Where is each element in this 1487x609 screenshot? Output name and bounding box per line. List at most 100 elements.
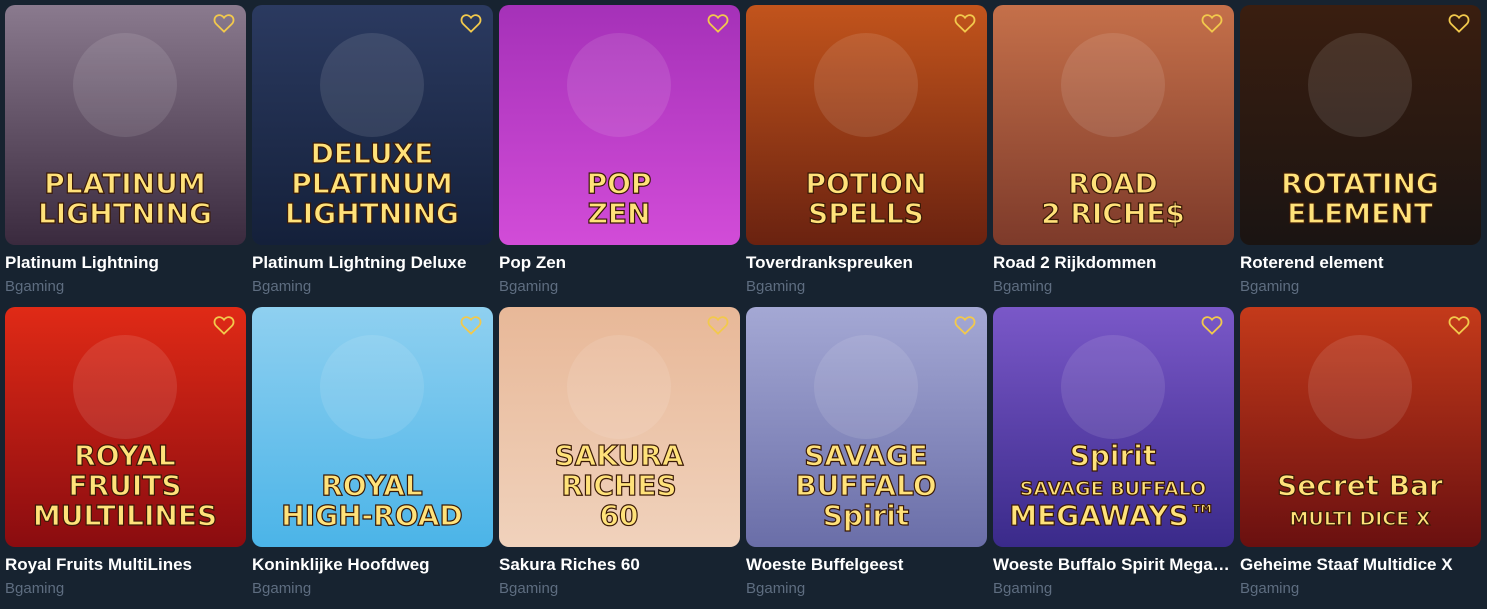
artwork-title-line: POP — [587, 167, 652, 200]
artwork-title-line: POTION — [805, 167, 926, 200]
artwork-title-line: 60 — [600, 499, 639, 532]
game-title[interactable]: Sakura Riches 60 — [499, 555, 740, 575]
game-card[interactable]: POTION SPELLS Toverdrankspreuken Bgaming — [746, 5, 987, 307]
game-title[interactable]: Geheime Staaf Multidice X — [1240, 555, 1481, 575]
artwork-title-line: MULTI DICE X — [1290, 508, 1431, 530]
game-title[interactable]: Woeste Buffelgeest — [746, 555, 987, 575]
game-artwork: ROYALFRUITSMULTILINES — [5, 307, 246, 547]
artwork-title-line: SAVAGE — [804, 439, 927, 472]
artwork-title-line: PLATINUM — [291, 167, 452, 200]
game-artwork: Spirit SAVAGE BUFFALOMEGAWAYS™ — [993, 307, 1234, 547]
game-thumbnail[interactable]: POTION SPELLS — [746, 5, 987, 245]
game-title[interactable]: Platinum Lightning Deluxe — [252, 253, 493, 273]
game-card[interactable]: ROTATING ELEMENT Roterend element Bgaming — [1240, 5, 1481, 307]
artwork-title-line: MEGAWAYS™ — [1009, 499, 1216, 532]
heart-outline-icon[interactable] — [1448, 315, 1470, 335]
game-artwork: ROTATINGELEMENT — [1240, 5, 1481, 245]
game-title[interactable]: Woeste Buffalo Spirit Megaways — [993, 555, 1234, 575]
artwork-title-line: SPELLS — [808, 197, 924, 230]
game-card[interactable]: Spirit SAVAGE BUFFALO MEGAWAYS™ Woeste Buff… — [993, 307, 1234, 609]
game-provider: Bgaming — [1240, 580, 1300, 597]
artwork-title-line: SAVAGE BUFFALO — [1020, 478, 1206, 500]
heart-outline-icon[interactable] — [460, 13, 482, 33]
game-title[interactable]: Road 2 Rijkdommen — [993, 253, 1234, 273]
artwork-title-line: SAKURA — [554, 439, 683, 472]
artwork-title-line: ROYAL — [321, 469, 423, 502]
game-artwork: ROAD2 RICHE$ — [993, 5, 1234, 245]
heart-outline-icon[interactable] — [213, 13, 235, 33]
heart-outline-icon[interactable] — [954, 13, 976, 33]
heart-outline-icon[interactable] — [1448, 13, 1470, 33]
artwork-title-line: ELEMENT — [1287, 197, 1433, 230]
game-thumbnail[interactable]: ROTATING ELEMENT — [1240, 5, 1481, 245]
game-title[interactable]: Platinum Lightning — [5, 253, 246, 273]
game-thumbnail[interactable]: Spirit SAVAGE BUFFALO MEGAWAYS™ — [993, 307, 1234, 547]
game-card[interactable]: ROAD 2 RICHE$ Road 2 Rijkdommen Bgaming — [993, 5, 1234, 307]
artwork-title-line: 2 RICHE$ — [1041, 197, 1185, 230]
artwork-title-line: Secret Bar — [1277, 469, 1443, 502]
game-thumbnail[interactable]: PLATINUM LIGHTNING — [5, 5, 246, 245]
game-artwork: DELUXEPLATINUMLIGHTNING — [252, 5, 493, 245]
game-card[interactable]: PLATINUM LIGHTNING Platinum Lightning Bgami… — [5, 5, 246, 307]
game-provider: Bgaming — [993, 278, 1053, 295]
heart-outline-icon[interactable] — [213, 315, 235, 335]
game-thumbnail[interactable]: Secret Bar MULTI DICE X — [1240, 307, 1481, 547]
artwork-title-line: RICHES — [561, 469, 676, 502]
artwork-title-line: MULTILINES — [33, 499, 217, 532]
heart-outline-icon[interactable] — [707, 315, 729, 335]
artwork-title-line: BUFFALO — [795, 469, 936, 502]
game-artwork: ROYALHIGH-ROAD — [252, 307, 493, 547]
game-artwork: Secret Bar MULTI DICE X — [1240, 307, 1481, 547]
game-provider: Bgaming — [746, 580, 806, 597]
game-title[interactable]: Pop Zen — [499, 253, 740, 273]
heart-outline-icon[interactable] — [1201, 315, 1223, 335]
artwork-title-line: ROYAL — [74, 439, 176, 472]
artwork-title-line: ROAD — [1068, 167, 1158, 200]
artwork-title-line: Spirit — [1070, 439, 1157, 472]
game-card[interactable]: POP ZEN Pop Zen Bgaming — [499, 5, 740, 307]
game-provider: Bgaming — [252, 580, 312, 597]
artwork-title-line: FRUITS — [68, 469, 181, 502]
game-card[interactable]: ROYAL FRUITS MULTILINES Royal Fruits MultiL… — [5, 307, 246, 609]
artwork-title-line: Spirit — [823, 499, 910, 532]
game-provider: Bgaming — [5, 580, 65, 597]
artwork-title-line: LIGHTNING — [38, 197, 212, 230]
game-artwork: SAKURARICHES60 — [499, 307, 740, 547]
game-provider: Bgaming — [499, 278, 559, 295]
artwork-title-line: LIGHTNING — [285, 197, 459, 230]
game-thumbnail[interactable]: ROYAL HIGH-ROAD — [252, 307, 493, 547]
game-provider: Bgaming — [993, 580, 1053, 597]
game-artwork: PLATINUMLIGHTNING — [5, 5, 246, 245]
heart-outline-icon[interactable] — [1201, 13, 1223, 33]
game-grid: PLATINUM LIGHTNING Platinum Lightning Bgami… — [5, 5, 1481, 609]
game-title[interactable]: Roterend element — [1240, 253, 1481, 273]
game-card[interactable]: DELUXE PLATINUM LIGHTNING Platinum Lightnin… — [252, 5, 493, 307]
game-card[interactable]: Secret Bar MULTI DICE X Geheime Staaf Mult… — [1240, 307, 1481, 609]
game-title[interactable]: Royal Fruits MultiLines — [5, 555, 246, 575]
game-title[interactable]: Toverdrankspreuken — [746, 253, 987, 273]
artwork-title-line: PLATINUM — [44, 167, 205, 200]
game-thumbnail[interactable]: POP ZEN — [499, 5, 740, 245]
game-thumbnail[interactable]: SAKURA RICHES 60 — [499, 307, 740, 547]
game-title[interactable]: Koninklijke Hoofdweg — [252, 555, 493, 575]
game-thumbnail[interactable]: ROYAL FRUITS MULTILINES — [5, 307, 246, 547]
game-thumbnail[interactable]: ROAD 2 RICHE$ — [993, 5, 1234, 245]
game-artwork: POPZEN — [499, 5, 740, 245]
game-thumbnail[interactable]: DELUXE PLATINUM LIGHTNING — [252, 5, 493, 245]
game-provider: Bgaming — [746, 278, 806, 295]
game-provider: Bgaming — [252, 278, 312, 295]
game-provider: Bgaming — [499, 580, 559, 597]
artwork-title-line: ZEN — [588, 197, 651, 230]
game-card[interactable]: SAVAGE BUFFALO Spirit Woeste Buffelgeest Bga… — [746, 307, 987, 609]
game-artwork: POTIONSPELLS — [746, 5, 987, 245]
artwork-title-line: DELUXE — [311, 137, 434, 170]
game-card[interactable]: SAKURA RICHES 60 Sakura Riches 60 Bgaming — [499, 307, 740, 609]
game-thumbnail[interactable]: SAVAGE BUFFALO Spirit — [746, 307, 987, 547]
game-card[interactable]: ROYAL HIGH-ROAD Koninklijke Hoofdweg Bgamin… — [252, 307, 493, 609]
artwork-title-line: HIGH-ROAD — [281, 499, 462, 532]
heart-outline-icon[interactable] — [707, 13, 729, 33]
heart-outline-icon[interactable] — [954, 315, 976, 335]
game-provider: Bgaming — [1240, 278, 1300, 295]
heart-outline-icon[interactable] — [460, 315, 482, 335]
game-provider: Bgaming — [5, 278, 65, 295]
